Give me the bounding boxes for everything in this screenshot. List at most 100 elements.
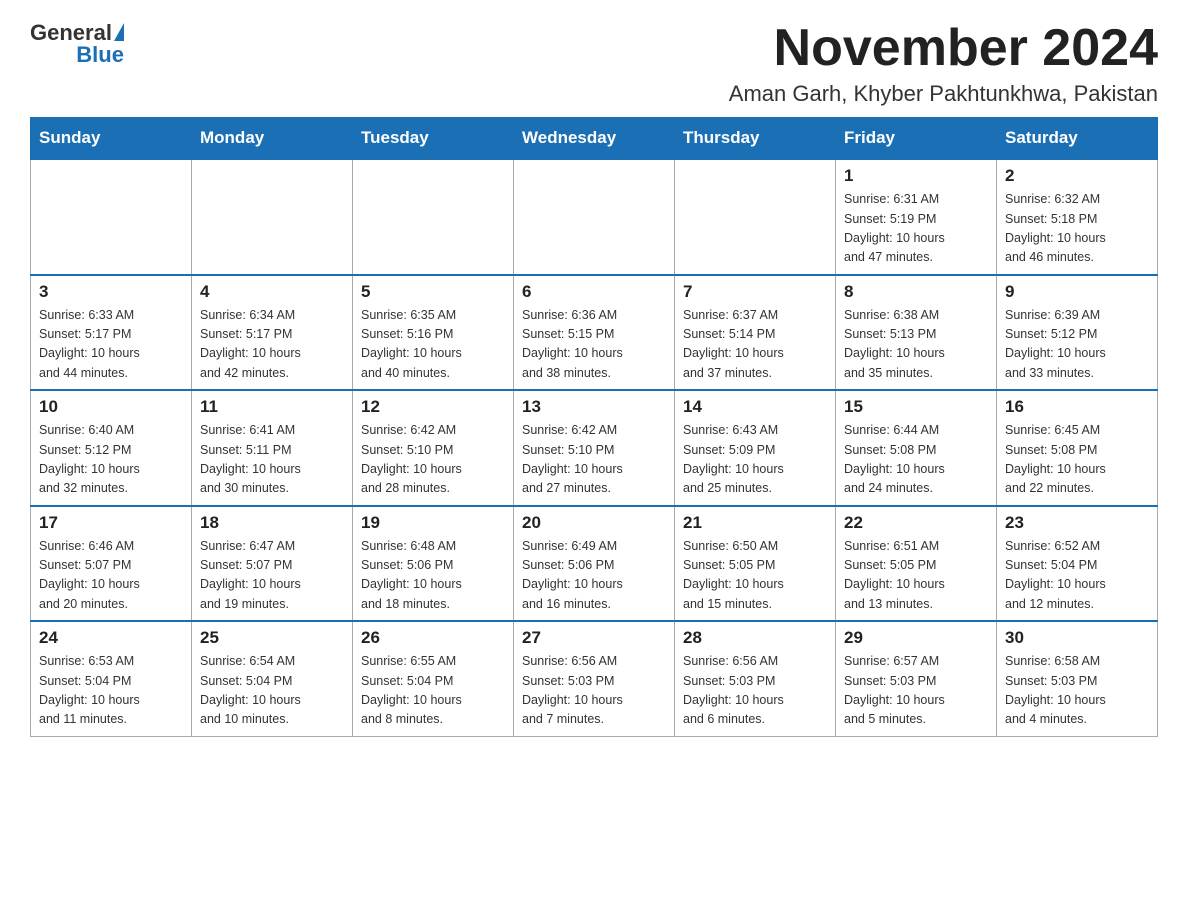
location: Aman Garh, Khyber Pakhtunkhwa, Pakistan bbox=[729, 81, 1158, 107]
calendar-week-row: 17 Sunrise: 6:46 AMSunset: 5:07 PMDayligh… bbox=[31, 506, 1158, 622]
day-number: 4 bbox=[200, 282, 344, 302]
table-row: 6 Sunrise: 6:36 AMSunset: 5:15 PMDaylight… bbox=[514, 275, 675, 391]
table-row: 16 Sunrise: 6:45 AMSunset: 5:08 PMDayligh… bbox=[997, 390, 1158, 506]
month-title: November 2024 bbox=[729, 20, 1158, 77]
day-number: 7 bbox=[683, 282, 827, 302]
table-row: 21 Sunrise: 6:50 AMSunset: 5:05 PMDayligh… bbox=[675, 506, 836, 622]
day-info: Sunrise: 6:33 AMSunset: 5:17 PMDaylight:… bbox=[39, 306, 183, 384]
day-info: Sunrise: 6:56 AMSunset: 5:03 PMDaylight:… bbox=[683, 652, 827, 730]
day-number: 8 bbox=[844, 282, 988, 302]
day-info: Sunrise: 6:42 AMSunset: 5:10 PMDaylight:… bbox=[522, 421, 666, 499]
table-row: 14 Sunrise: 6:43 AMSunset: 5:09 PMDayligh… bbox=[675, 390, 836, 506]
table-row: 17 Sunrise: 6:46 AMSunset: 5:07 PMDayligh… bbox=[31, 506, 192, 622]
table-row bbox=[514, 159, 675, 275]
table-row: 1 Sunrise: 6:31 AMSunset: 5:19 PMDaylight… bbox=[836, 159, 997, 275]
header-saturday: Saturday bbox=[997, 118, 1158, 160]
day-number: 21 bbox=[683, 513, 827, 533]
day-info: Sunrise: 6:51 AMSunset: 5:05 PMDaylight:… bbox=[844, 537, 988, 615]
day-info: Sunrise: 6:46 AMSunset: 5:07 PMDaylight:… bbox=[39, 537, 183, 615]
table-row: 23 Sunrise: 6:52 AMSunset: 5:04 PMDayligh… bbox=[997, 506, 1158, 622]
day-info: Sunrise: 6:35 AMSunset: 5:16 PMDaylight:… bbox=[361, 306, 505, 384]
day-number: 28 bbox=[683, 628, 827, 648]
calendar-week-row: 3 Sunrise: 6:33 AMSunset: 5:17 PMDaylight… bbox=[31, 275, 1158, 391]
day-number: 24 bbox=[39, 628, 183, 648]
day-number: 27 bbox=[522, 628, 666, 648]
table-row: 19 Sunrise: 6:48 AMSunset: 5:06 PMDayligh… bbox=[353, 506, 514, 622]
calendar-week-row: 24 Sunrise: 6:53 AMSunset: 5:04 PMDayligh… bbox=[31, 621, 1158, 736]
table-row: 3 Sunrise: 6:33 AMSunset: 5:17 PMDaylight… bbox=[31, 275, 192, 391]
table-row bbox=[192, 159, 353, 275]
page-header: General Blue November 2024 Aman Garh, Kh… bbox=[30, 20, 1158, 107]
day-info: Sunrise: 6:52 AMSunset: 5:04 PMDaylight:… bbox=[1005, 537, 1149, 615]
table-row: 24 Sunrise: 6:53 AMSunset: 5:04 PMDayligh… bbox=[31, 621, 192, 736]
day-info: Sunrise: 6:50 AMSunset: 5:05 PMDaylight:… bbox=[683, 537, 827, 615]
table-row: 22 Sunrise: 6:51 AMSunset: 5:05 PMDayligh… bbox=[836, 506, 997, 622]
day-info: Sunrise: 6:45 AMSunset: 5:08 PMDaylight:… bbox=[1005, 421, 1149, 499]
table-row: 18Sunrise: 6:47 AMSunset: 5:07 PMDayligh… bbox=[192, 506, 353, 622]
day-number: 29 bbox=[844, 628, 988, 648]
day-number: 23 bbox=[1005, 513, 1149, 533]
table-row: 28 Sunrise: 6:56 AMSunset: 5:03 PMDayligh… bbox=[675, 621, 836, 736]
logo-triangle-icon bbox=[114, 23, 124, 41]
calendar: Sunday Monday Tuesday Wednesday Thursday… bbox=[30, 117, 1158, 737]
day-info: Sunrise: 6:32 AMSunset: 5:18 PMDaylight:… bbox=[1005, 190, 1149, 268]
day-number: 11 bbox=[200, 397, 344, 417]
day-number: 26 bbox=[361, 628, 505, 648]
day-number: 15 bbox=[844, 397, 988, 417]
day-info: Sunrise: 6:48 AMSunset: 5:06 PMDaylight:… bbox=[361, 537, 505, 615]
day-info: Sunrise: 6:34 AMSunset: 5:17 PMDaylight:… bbox=[200, 306, 344, 384]
logo: General Blue bbox=[30, 20, 124, 68]
day-info: Sunrise: 6:31 AMSunset: 5:19 PMDaylight:… bbox=[844, 190, 988, 268]
day-number: 1 bbox=[844, 166, 988, 186]
table-row: 7 Sunrise: 6:37 AMSunset: 5:14 PMDaylight… bbox=[675, 275, 836, 391]
table-row: 8 Sunrise: 6:38 AMSunset: 5:13 PMDaylight… bbox=[836, 275, 997, 391]
day-number: 30 bbox=[1005, 628, 1149, 648]
table-row: 5 Sunrise: 6:35 AMSunset: 5:16 PMDaylight… bbox=[353, 275, 514, 391]
header-monday: Monday bbox=[192, 118, 353, 160]
day-info: Sunrise: 6:49 AMSunset: 5:06 PMDaylight:… bbox=[522, 537, 666, 615]
table-row bbox=[31, 159, 192, 275]
day-info: Sunrise: 6:44 AMSunset: 5:08 PMDaylight:… bbox=[844, 421, 988, 499]
day-info: Sunrise: 6:43 AMSunset: 5:09 PMDaylight:… bbox=[683, 421, 827, 499]
table-row: 13 Sunrise: 6:42 AMSunset: 5:10 PMDayligh… bbox=[514, 390, 675, 506]
table-row: 10 Sunrise: 6:40 AMSunset: 5:12 PMDayligh… bbox=[31, 390, 192, 506]
calendar-week-row: 1 Sunrise: 6:31 AMSunset: 5:19 PMDaylight… bbox=[31, 159, 1158, 275]
day-info: Sunrise: 6:39 AMSunset: 5:12 PMDaylight:… bbox=[1005, 306, 1149, 384]
table-row: 20 Sunrise: 6:49 AMSunset: 5:06 PMDayligh… bbox=[514, 506, 675, 622]
day-number: 22 bbox=[844, 513, 988, 533]
day-number: 14 bbox=[683, 397, 827, 417]
day-info: Sunrise: 6:58 AMSunset: 5:03 PMDaylight:… bbox=[1005, 652, 1149, 730]
day-number: 25 bbox=[200, 628, 344, 648]
table-row: 9 Sunrise: 6:39 AMSunset: 5:12 PMDaylight… bbox=[997, 275, 1158, 391]
day-info: Sunrise: 6:36 AMSunset: 5:15 PMDaylight:… bbox=[522, 306, 666, 384]
calendar-week-row: 10 Sunrise: 6:40 AMSunset: 5:12 PMDayligh… bbox=[31, 390, 1158, 506]
day-number: 6 bbox=[522, 282, 666, 302]
header-thursday: Thursday bbox=[675, 118, 836, 160]
day-info: Sunrise: 6:37 AMSunset: 5:14 PMDaylight:… bbox=[683, 306, 827, 384]
day-number: 12 bbox=[361, 397, 505, 417]
table-row: 12Sunrise: 6:42 AMSunset: 5:10 PMDayligh… bbox=[353, 390, 514, 506]
logo-text-blue: Blue bbox=[76, 42, 124, 68]
day-number: 20 bbox=[522, 513, 666, 533]
day-info: Sunrise: 6:53 AMSunset: 5:04 PMDaylight:… bbox=[39, 652, 183, 730]
table-row bbox=[675, 159, 836, 275]
day-number: 3 bbox=[39, 282, 183, 302]
day-number: 19 bbox=[361, 513, 505, 533]
day-info: Sunrise: 6:55 AMSunset: 5:04 PMDaylight:… bbox=[361, 652, 505, 730]
day-info: Sunrise: 6:38 AMSunset: 5:13 PMDaylight:… bbox=[844, 306, 988, 384]
table-row: 2Sunrise: 6:32 AMSunset: 5:18 PMDaylight… bbox=[997, 159, 1158, 275]
day-number: 10 bbox=[39, 397, 183, 417]
header-sunday: Sunday bbox=[31, 118, 192, 160]
day-info: Sunrise: 6:40 AMSunset: 5:12 PMDaylight:… bbox=[39, 421, 183, 499]
table-row: 11Sunrise: 6:41 AMSunset: 5:11 PMDayligh… bbox=[192, 390, 353, 506]
day-number: 9 bbox=[1005, 282, 1149, 302]
day-number: 16 bbox=[1005, 397, 1149, 417]
day-number: 5 bbox=[361, 282, 505, 302]
day-info: Sunrise: 6:56 AMSunset: 5:03 PMDaylight:… bbox=[522, 652, 666, 730]
table-row: 27 Sunrise: 6:56 AMSunset: 5:03 PMDayligh… bbox=[514, 621, 675, 736]
weekday-header-row: Sunday Monday Tuesday Wednesday Thursday… bbox=[31, 118, 1158, 160]
day-number: 13 bbox=[522, 397, 666, 417]
day-number: 17 bbox=[39, 513, 183, 533]
table-row: 29Sunrise: 6:57 AMSunset: 5:03 PMDayligh… bbox=[836, 621, 997, 736]
table-row: 26 Sunrise: 6:55 AMSunset: 5:04 PMDayligh… bbox=[353, 621, 514, 736]
